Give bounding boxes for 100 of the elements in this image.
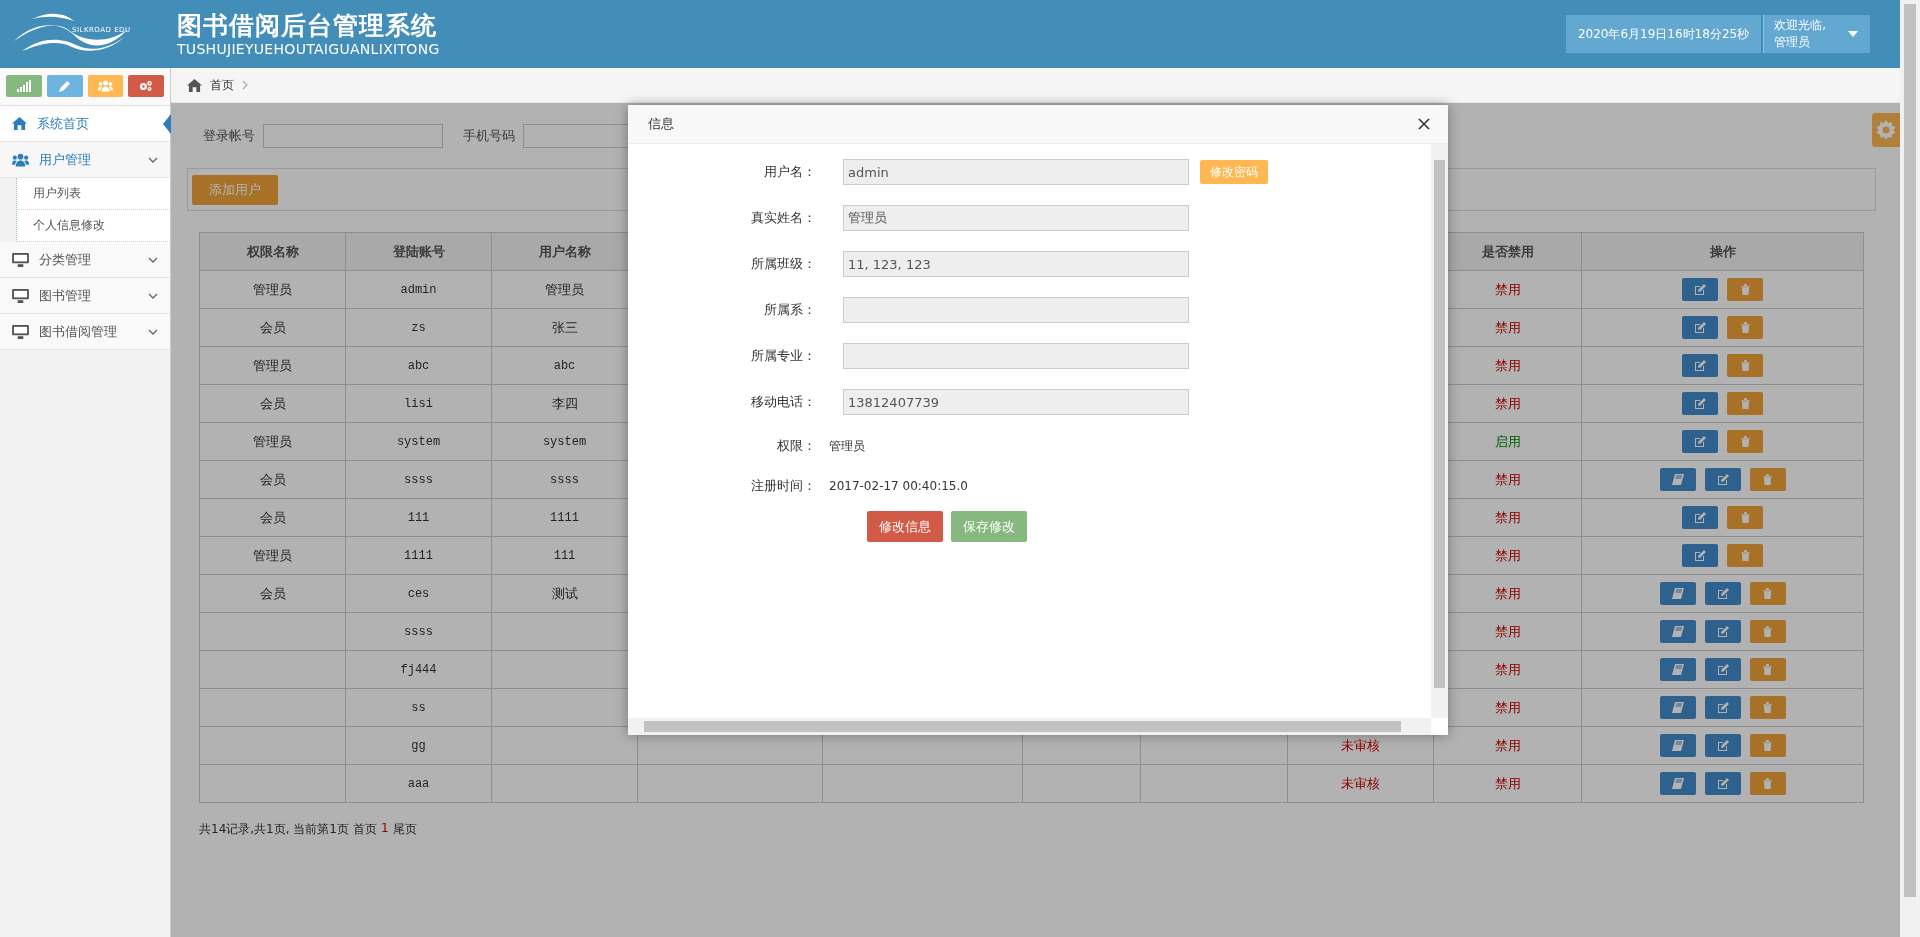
book-button[interactable] [1659, 658, 1696, 681]
delete-button[interactable] [1727, 278, 1763, 301]
trash-icon [1763, 626, 1772, 637]
delete-button[interactable] [1749, 468, 1786, 491]
edit-button[interactable] [1704, 772, 1741, 795]
book-button[interactable] [1659, 620, 1696, 643]
text-field[interactable] [843, 297, 1189, 323]
sidebar-item[interactable]: 用户管理 [0, 142, 170, 178]
breadcrumb-link[interactable]: 首页 [210, 76, 234, 94]
edit-info-button[interactable]: 修改信息 [867, 511, 943, 542]
datetime-label: 2020年6月19日16时18分25秒 [1565, 15, 1762, 53]
text-field[interactable]: 11, 123, 123 [843, 251, 1189, 277]
delete-button[interactable] [1749, 620, 1786, 643]
shortcut-button[interactable] [87, 75, 124, 97]
text-field[interactable]: 管理员 [843, 205, 1189, 231]
table-cell: 管理员 [199, 536, 346, 575]
text-field[interactable]: 13812407739 [843, 389, 1189, 415]
book-button[interactable] [1659, 696, 1696, 719]
delete-button[interactable] [1749, 582, 1786, 605]
table-cell: 会员 [199, 498, 346, 537]
edit-icon [1694, 549, 1706, 562]
edit-button[interactable] [1682, 430, 1718, 453]
delete-button[interactable] [1727, 430, 1763, 453]
edit-icon [1694, 321, 1706, 334]
field-label: 注册时间： [750, 477, 816, 495]
column-header: 权限名称 [199, 232, 346, 271]
edit-button[interactable] [1682, 354, 1718, 377]
caret-icon [1848, 31, 1858, 37]
submenu-item[interactable]: 用户列表 [17, 178, 170, 210]
edit-button[interactable] [1704, 582, 1741, 605]
page-scrollbar[interactable] [1900, 0, 1920, 937]
table-cell: lisi [345, 384, 492, 423]
first-page-link[interactable]: 首页 [353, 821, 377, 838]
trash-icon [1740, 436, 1750, 447]
edit-button[interactable] [1682, 544, 1718, 567]
signal-bars-icon [16, 80, 31, 92]
shortcut-button[interactable] [46, 75, 83, 97]
edit-icon [1694, 397, 1706, 410]
book-button[interactable] [1659, 582, 1696, 605]
delete-button[interactable] [1727, 316, 1763, 339]
book-button[interactable] [1659, 468, 1696, 491]
delete-button[interactable] [1749, 658, 1786, 681]
sidebar-item[interactable]: 系统首页 [0, 106, 170, 142]
delete-button[interactable] [1749, 772, 1786, 795]
book-button[interactable] [1659, 734, 1696, 757]
sidebar-item[interactable]: 分类管理 [0, 242, 170, 278]
delete-button[interactable] [1749, 696, 1786, 719]
horizontal-scrollbar[interactable] [628, 718, 1431, 735]
edit-button[interactable] [1682, 506, 1718, 529]
edit-button[interactable] [1682, 316, 1718, 339]
settings-icon [1876, 120, 1896, 140]
table-cell: ss [345, 688, 492, 727]
edit-button[interactable] [1704, 734, 1741, 757]
edit-icon [1694, 435, 1706, 448]
edit-button[interactable] [1704, 620, 1741, 643]
user-name: 管理员 [1774, 34, 1812, 51]
sidebar-item[interactable]: 图书管理 [0, 278, 170, 314]
field-label: 移动电话： [750, 393, 816, 411]
text-field[interactable] [843, 343, 1189, 369]
table-cell: system [345, 422, 492, 461]
book-icon [1671, 739, 1684, 752]
delete-button[interactable] [1727, 392, 1763, 415]
edit-icon [1716, 587, 1729, 600]
search-field[interactable] [263, 123, 443, 148]
settings-button[interactable] [1872, 113, 1900, 147]
table-cell: ssss [345, 460, 492, 499]
trash-icon [1740, 284, 1750, 295]
sidebar-item[interactable]: 图书借阅管理 [0, 314, 170, 350]
column-header: 操作 [1581, 232, 1864, 271]
text-field[interactable]: admin [843, 159, 1189, 185]
close-button[interactable] [1416, 116, 1432, 132]
delete-button[interactable] [1749, 734, 1786, 757]
shortcut-button[interactable] [128, 75, 164, 97]
table-cell: 管理员 [199, 270, 346, 309]
field-label: 所属班级： [750, 255, 816, 273]
page-link[interactable]: 1 [381, 821, 389, 838]
table-cell: fj444 [345, 650, 492, 689]
book-button[interactable] [1659, 772, 1696, 795]
table-cell: gg [345, 726, 492, 765]
shortcut-button[interactable] [6, 75, 42, 97]
table-cell: 未审核 [1287, 764, 1434, 803]
delete-button[interactable] [1727, 354, 1763, 377]
field-label: 登录帐号 [203, 126, 255, 145]
edit-button[interactable] [1682, 392, 1718, 415]
book-icon [1671, 663, 1684, 676]
edit-icon [1716, 663, 1729, 676]
edit-button[interactable] [1704, 468, 1741, 491]
field-label: 所属系： [763, 301, 816, 319]
last-page-link[interactable]: 尾页 [392, 821, 417, 838]
delete-button[interactable] [1727, 506, 1763, 529]
edit-button[interactable] [1682, 278, 1718, 301]
edit-button[interactable] [1704, 658, 1741, 681]
edit-icon [1716, 473, 1729, 486]
cogs-icon [139, 80, 154, 92]
field-label: 真实姓名： [750, 209, 816, 227]
vertical-scrollbar[interactable] [1431, 144, 1448, 718]
edit-button[interactable] [1704, 696, 1741, 719]
delete-button[interactable] [1727, 544, 1763, 567]
field-label: 权限： [776, 437, 816, 455]
edit-icon [1716, 739, 1729, 752]
